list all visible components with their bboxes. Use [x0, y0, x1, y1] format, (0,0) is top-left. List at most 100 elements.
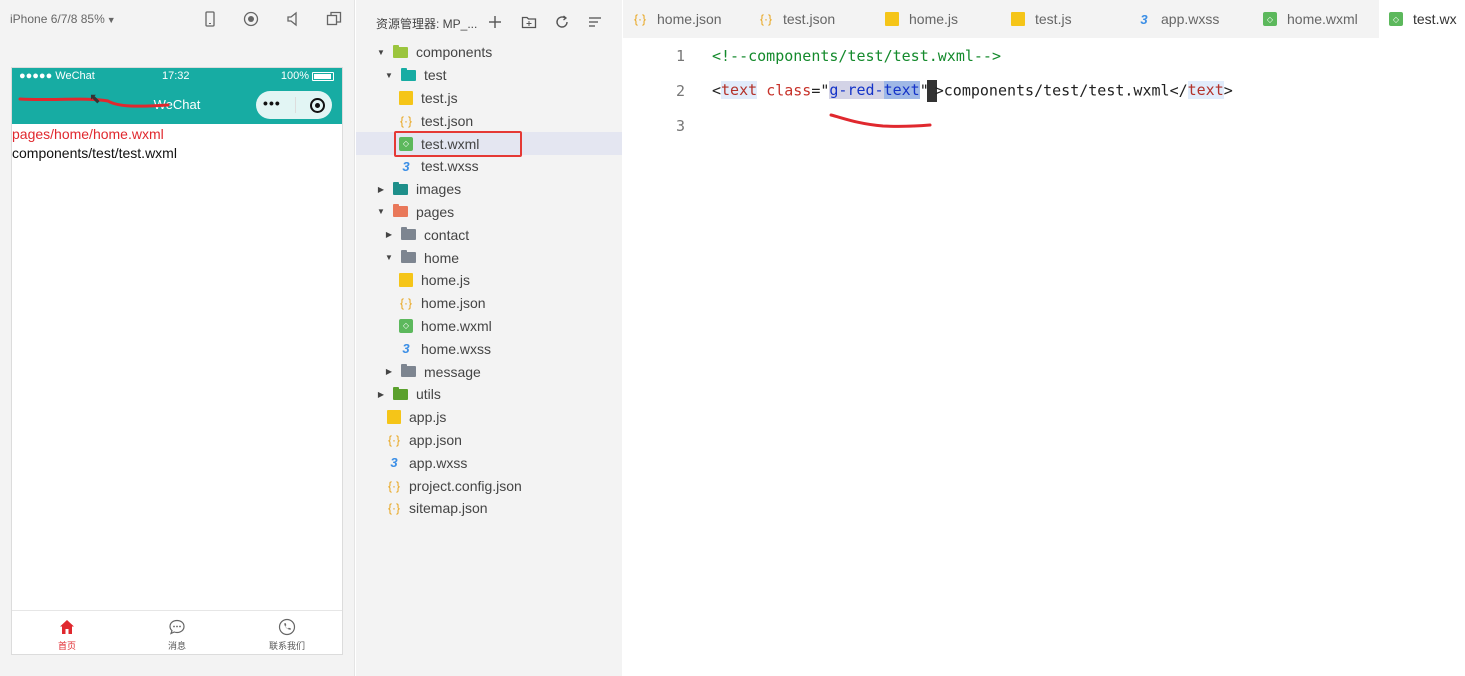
tab-contact[interactable]: 联系我们 [232, 611, 342, 654]
code-inner-text: components/test/test.wxml [943, 81, 1170, 99]
code-line: 1 <!--components/test/test.wxml--> [623, 38, 1465, 73]
tree-file-home-wxss[interactable]: 3 home.wxss [356, 337, 622, 360]
folder-icon [393, 204, 408, 218]
battery-icon [312, 71, 334, 81]
tree-file-home-wxml[interactable]: ◇ home.wxml [356, 315, 622, 338]
new-file-icon[interactable] [487, 14, 503, 30]
tree-file-sitemap-json[interactable]: {·} sitemap.json [356, 497, 622, 520]
editor-tab-test-json[interactable]: {·} test.json [749, 0, 875, 38]
chevron-down-icon[interactable]: ▼ [375, 207, 387, 216]
editor-tab-test-js[interactable]: test.js [1001, 0, 1127, 38]
chevron-down-icon[interactable]: ▼ [383, 71, 395, 80]
code-close-bracket: </ [1169, 81, 1188, 99]
sound-icon[interactable] [285, 11, 301, 27]
simulator-panel: iPhone 6/7/8 85% ▼ ●●●●● WeChat 17:32 100… [0, 0, 355, 676]
tree-folder-contact[interactable]: ▶ contact [356, 223, 622, 246]
tree-item-label: message [424, 363, 481, 380]
editor-tab-label: home.wxml [1287, 11, 1358, 27]
code-close-tag-name: text [1187, 81, 1224, 99]
tree-folder-pages[interactable]: ▼ pages [356, 201, 622, 224]
tree-folder-message[interactable]: ▶ message [356, 360, 622, 383]
more-icon[interactable]: ••• [263, 95, 281, 111]
tree-file-app-json[interactable]: {·} app.json [356, 429, 622, 452]
chevron-right-icon[interactable]: ▶ [375, 185, 387, 194]
record-icon[interactable] [243, 11, 259, 27]
tree-item-label: test.json [421, 112, 474, 129]
chevron-down-icon[interactable]: ▼ [375, 48, 387, 57]
page-content: pages/home/home.wxml components/test/tes… [12, 125, 342, 163]
editor-tab-app-wxss[interactable]: 3 app.wxss [1127, 0, 1253, 38]
tree-file-home-json[interactable]: {·} home.json [356, 292, 622, 315]
wxml-file-icon: ◇ [1263, 12, 1277, 26]
json-file-icon: {·} [387, 501, 400, 516]
editor-tab-label: home.js [909, 11, 959, 27]
folder-icon [401, 364, 416, 378]
folder-icon [401, 67, 416, 81]
wxml-file-icon: ◇ [399, 318, 413, 333]
phone-icon [278, 618, 296, 636]
wxss-file-icon: 3 [390, 455, 398, 471]
phone-icon[interactable] [202, 11, 218, 27]
tree-file-project-config-json[interactable]: {·} project.config.json [356, 474, 622, 497]
tree-file-app-wxss[interactable]: 3 app.wxss [356, 451, 622, 474]
tree-file-test-js[interactable]: test.js [356, 87, 622, 110]
editor-tab-home-js[interactable]: home.js [875, 0, 1001, 38]
tree-item-label: app.json [409, 431, 462, 448]
folder-icon [393, 181, 408, 195]
chevron-right-icon[interactable]: ▶ [383, 230, 395, 239]
tree-item-label: home.wxss [421, 340, 492, 357]
tree-file-test-wxml[interactable]: ◇ test.wxml [356, 132, 622, 155]
collapse-all-icon[interactable] [587, 14, 603, 30]
chevron-right-icon[interactable]: ▶ [383, 367, 395, 376]
wxml-file-icon: ◇ [399, 136, 413, 151]
tree-file-test-wxss[interactable]: 3 test.wxss [356, 155, 622, 178]
tree-folder-test[interactable]: ▼ test [356, 64, 622, 87]
tree-folder-components[interactable]: ▼ components [356, 41, 622, 64]
detach-window-icon[interactable] [326, 11, 342, 27]
tree-item-label: home [424, 249, 460, 266]
battery-status: 100% [281, 70, 334, 82]
json-file-icon: {·} [633, 12, 646, 26]
capsule-menu[interactable]: ••• [256, 91, 332, 119]
device-select-label: iPhone 6/7/8 85% [10, 12, 105, 26]
simulator-toolbar: iPhone 6/7/8 85% ▼ [0, 0, 355, 38]
refresh-icon[interactable] [554, 14, 570, 30]
folder-icon [393, 386, 408, 400]
tree-folder-images[interactable]: ▶ images [356, 178, 622, 201]
line-number: 2 [675, 81, 685, 100]
code-area[interactable]: 1 <!--components/test/test.wxml--> 2 <te… [623, 38, 1465, 143]
editor-tab-home-json[interactable]: {·} home.json [623, 0, 749, 38]
json-file-icon: {·} [399, 113, 412, 128]
new-folder-icon[interactable] [521, 14, 537, 30]
red-underline-annotation [829, 113, 932, 128]
tree-item-label: home.js [421, 272, 471, 289]
json-file-icon: {·} [387, 478, 400, 493]
explorer-header: 资源管理器: MP_... [356, 0, 622, 40]
tab-messages[interactable]: 消息 [122, 611, 232, 654]
tab-messages-label: 消息 [167, 641, 186, 651]
wxss-file-icon: 3 [402, 158, 410, 174]
editor-tab-label: test.wx [1413, 11, 1457, 27]
code-close-gt: > [1223, 81, 1233, 99]
folder-icon [401, 250, 416, 264]
js-file-icon [399, 273, 413, 288]
tree-file-app-js[interactable]: app.js [356, 406, 622, 429]
tree-folder-home[interactable]: ▼ home [356, 246, 622, 269]
tree-file-home-js[interactable]: home.js [356, 269, 622, 292]
chevron-right-icon[interactable]: ▶ [375, 390, 387, 399]
tab-home[interactable]: 首页 [12, 611, 122, 654]
code-attr-name: class [766, 81, 812, 99]
chevron-down-icon[interactable]: ▼ [383, 253, 395, 262]
editor-tab-home-wxml[interactable]: ◇ home.wxml [1253, 0, 1379, 38]
close-miniprogram-icon[interactable] [309, 97, 325, 113]
editor-tab-label: app.wxss [1161, 11, 1220, 27]
tree-folder-utils[interactable]: ▶ utils [356, 383, 622, 406]
tree-file-test-json[interactable]: {·} test.json [356, 109, 622, 132]
code-eq-quote: =" [811, 81, 830, 99]
code-gt: > [934, 81, 944, 99]
tree-item-label: contact [424, 226, 470, 243]
json-file-icon: {·} [759, 12, 772, 26]
carrier-label: ●●●●● WeChat [19, 70, 95, 82]
device-select[interactable]: iPhone 6/7/8 85% ▼ [10, 12, 116, 26]
editor-tab-test-wx[interactable]: ◇ test.wx [1379, 0, 1465, 38]
